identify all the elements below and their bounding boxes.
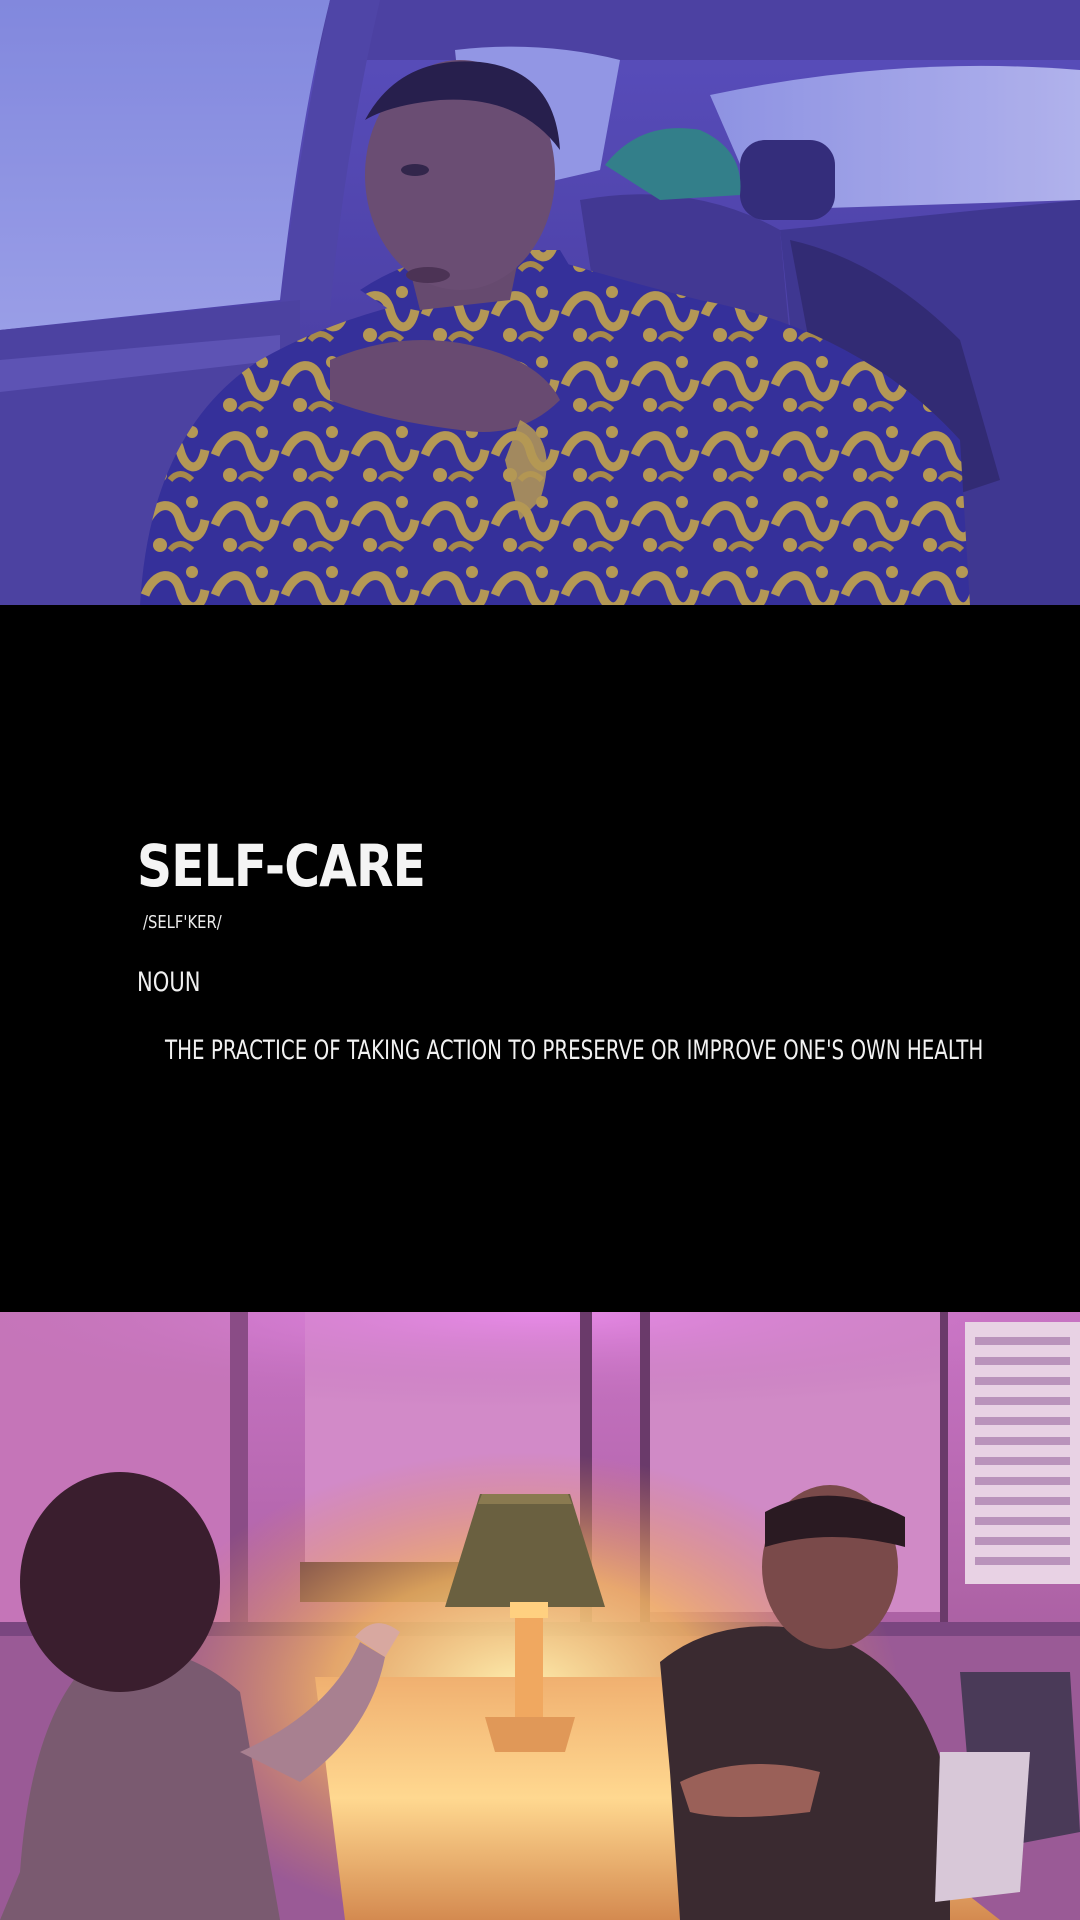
lamp-room-photo bbox=[0, 1312, 1080, 1920]
definition-part-of-speech: NOUN bbox=[137, 967, 201, 998]
definition-word: SELF-CARE bbox=[137, 832, 426, 900]
definition-pronunciation: /SELF'KER/ bbox=[143, 912, 222, 933]
definition-card: SELF-CARE /SELF'KER/ NOUN THE PRACTICE O… bbox=[0, 605, 1080, 1312]
car-interior-photo bbox=[0, 0, 1080, 605]
definition-meaning: THE PRACTICE OF TAKING ACTION TO PRESERV… bbox=[165, 1035, 984, 1066]
video-frame: SELF-CARE /SELF'KER/ NOUN THE PRACTICE O… bbox=[0, 0, 1080, 1920]
